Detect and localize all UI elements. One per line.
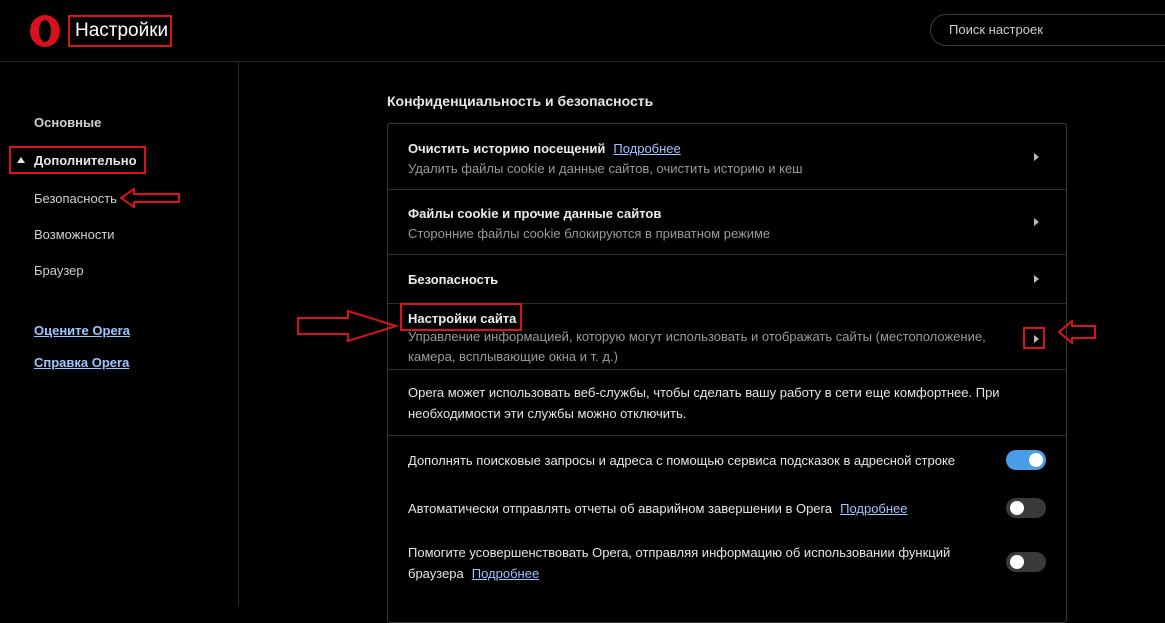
usage-info-line1: Помогите усовершенствовать Opera, отправ… bbox=[408, 545, 951, 560]
clear-history-row[interactable]: Очистить историю посещений Подробнее Удал… bbox=[388, 124, 1066, 190]
cookies-row[interactable]: Файлы cookie и прочие данные сайтов Стор… bbox=[388, 190, 1066, 255]
usage-info-toggle[interactable] bbox=[1006, 552, 1046, 572]
clear-history-more-link[interactable]: Подробнее bbox=[613, 141, 680, 156]
crash-reports-toggle[interactable] bbox=[1006, 498, 1046, 518]
chevron-right-icon[interactable] bbox=[1034, 275, 1039, 283]
privacy-card: Очистить историю посещений Подробнее Удал… bbox=[387, 123, 1067, 623]
site-settings-desc-line2: камера, всплывающие окна и т. д.) bbox=[408, 349, 618, 364]
search-placeholder: Поиск настроек bbox=[949, 22, 1043, 37]
toggle-knob bbox=[1010, 555, 1024, 569]
header: Настройки Поиск настроек bbox=[0, 0, 1165, 62]
chevron-highlight bbox=[1023, 327, 1045, 349]
clear-history-label: Очистить историю посещений bbox=[408, 141, 606, 156]
site-settings-desc: Управление информацией, которую могут ис… bbox=[408, 327, 986, 367]
web-services-line1: Opera может использовать веб-службы, что… bbox=[408, 385, 1000, 400]
web-services-row: Opera может использовать веб-службы, что… bbox=[388, 370, 1066, 436]
section-title: Конфиденциальность и безопасность bbox=[387, 93, 654, 109]
arrow-left-annotation-icon bbox=[1058, 320, 1096, 344]
crash-reports-more-link[interactable]: Подробнее bbox=[840, 501, 907, 516]
suggestions-toggle[interactable] bbox=[1006, 450, 1046, 470]
rate-opera-link[interactable]: Оцените Opera bbox=[34, 323, 130, 338]
triangle-up-icon bbox=[17, 157, 25, 163]
cookies-desc: Сторонние файлы cookie блокируются в при… bbox=[408, 226, 771, 241]
web-services-line2: необходимости эти службы можно отключить… bbox=[408, 406, 687, 421]
web-services-text: Opera может использовать веб-службы, что… bbox=[408, 382, 1000, 424]
crash-reports-label: Автоматически отправлять отчеты об авари… bbox=[408, 498, 908, 519]
opera-help-link[interactable]: Справка Opera bbox=[34, 355, 129, 370]
arrow-left-annotation-icon bbox=[120, 188, 180, 208]
toggle-knob bbox=[1010, 501, 1024, 515]
page-title: Настройки bbox=[68, 15, 172, 47]
sidebar-item-advanced-label: Дополнительно bbox=[34, 153, 137, 168]
arrow-right-annotation-icon bbox=[297, 310, 400, 342]
crash-reports-row: Автоматически отправлять отчеты об авари… bbox=[388, 486, 1066, 530]
toggle-knob bbox=[1029, 453, 1043, 467]
clear-history-title: Очистить историю посещений Подробнее bbox=[408, 141, 681, 156]
security-row[interactable]: Безопасность bbox=[388, 255, 1066, 304]
site-settings-highlight bbox=[400, 303, 522, 331]
sidebar-item-browser[interactable]: Браузер bbox=[34, 263, 84, 278]
usage-info-row: Помогите усовершенствовать Opera, отправ… bbox=[388, 530, 1066, 600]
sidebar-item-features[interactable]: Возможности bbox=[34, 227, 115, 242]
opera-logo-icon[interactable] bbox=[28, 14, 62, 48]
usage-info-more-link[interactable]: Подробнее bbox=[472, 566, 539, 581]
suggestions-row: Дополнять поисковые запросы и адреса с п… bbox=[388, 436, 1066, 486]
security-title: Безопасность bbox=[408, 272, 499, 287]
chevron-right-icon[interactable] bbox=[1034, 218, 1039, 226]
usage-info-line2: браузера bbox=[408, 566, 464, 581]
clear-history-desc: Удалить файлы cookie и данные сайтов, оч… bbox=[408, 161, 803, 176]
sidebar-item-security[interactable]: Безопасность bbox=[34, 191, 117, 206]
cookies-title: Файлы cookie и прочие данные сайтов bbox=[408, 206, 662, 221]
chevron-right-icon[interactable] bbox=[1034, 153, 1039, 161]
suggestions-label: Дополнять поисковые запросы и адреса с п… bbox=[408, 453, 956, 468]
usage-info-label: Помогите усовершенствовать Opera, отправ… bbox=[408, 542, 950, 584]
crash-reports-text: Автоматически отправлять отчеты об авари… bbox=[408, 501, 833, 516]
search-input[interactable]: Поиск настроек bbox=[930, 14, 1165, 46]
sidebar-item-advanced[interactable]: Дополнительно bbox=[9, 146, 146, 174]
sidebar-item-basic[interactable]: Основные bbox=[34, 115, 101, 130]
sidebar: Основные Дополнительно Безопасность Возм… bbox=[0, 62, 239, 606]
